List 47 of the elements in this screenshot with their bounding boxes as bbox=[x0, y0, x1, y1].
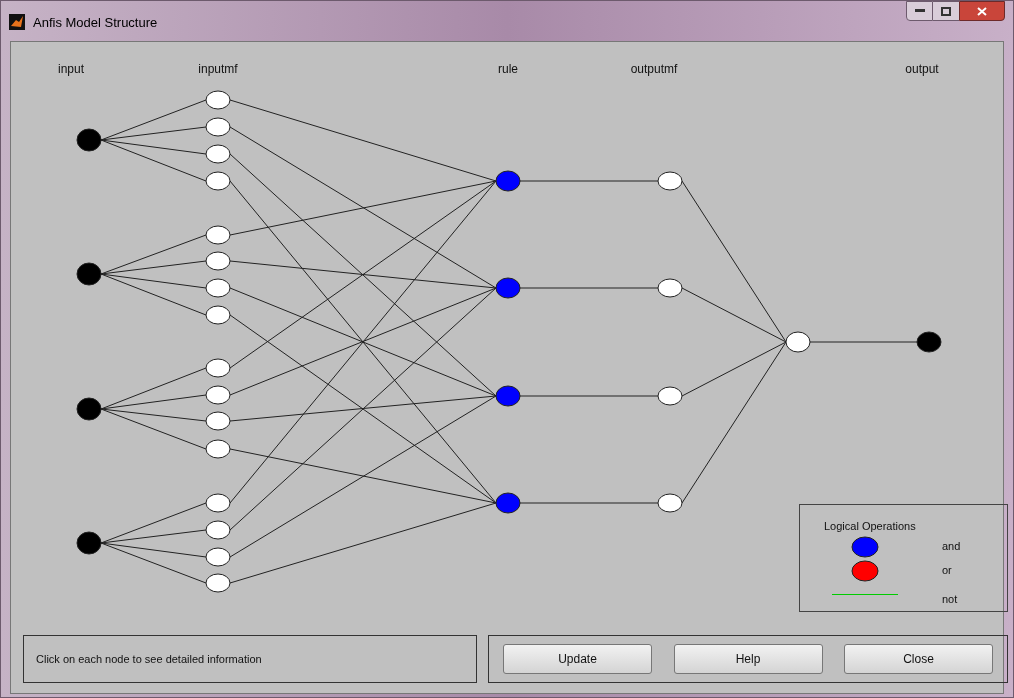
maximize-button[interactable] bbox=[933, 1, 959, 21]
window-title: Anfis Model Structure bbox=[33, 14, 158, 32]
layer-label: inputmf bbox=[198, 62, 238, 76]
membership-node[interactable] bbox=[205, 493, 231, 513]
membership-node[interactable] bbox=[205, 520, 231, 540]
legend-label: or bbox=[942, 563, 952, 579]
membership-node[interactable] bbox=[205, 278, 231, 298]
membership-node[interactable] bbox=[205, 144, 231, 164]
legend-title: Logical Operations bbox=[824, 519, 917, 534]
membership-node[interactable] bbox=[205, 358, 231, 378]
layer-label: input bbox=[58, 62, 84, 76]
membership-node[interactable] bbox=[205, 547, 231, 567]
status-text: Click on each node to see detailed information bbox=[36, 651, 262, 667]
output-mf-node[interactable] bbox=[657, 493, 683, 513]
minimize-icon bbox=[914, 9, 925, 13]
membership-node[interactable] bbox=[205, 439, 231, 459]
membership-node[interactable] bbox=[205, 90, 231, 110]
input-node[interactable] bbox=[76, 262, 102, 286]
action-button[interactable]: Help bbox=[673, 644, 823, 674]
close-icon bbox=[977, 6, 987, 16]
maximize-icon bbox=[941, 6, 951, 16]
membership-node[interactable] bbox=[205, 225, 231, 245]
close-button[interactable] bbox=[959, 1, 1005, 21]
membership-node[interactable] bbox=[205, 411, 231, 431]
input-node[interactable] bbox=[76, 397, 102, 421]
legend-label: and bbox=[942, 539, 961, 555]
action-button[interactable]: Close bbox=[844, 644, 993, 674]
output-mf-node[interactable] bbox=[657, 278, 683, 298]
minimize-button[interactable] bbox=[906, 1, 933, 21]
output-mf-node[interactable] bbox=[657, 386, 683, 406]
membership-node[interactable] bbox=[205, 573, 231, 593]
output-node[interactable] bbox=[916, 331, 942, 353]
sum-node[interactable] bbox=[785, 331, 811, 353]
input-node[interactable] bbox=[76, 531, 102, 555]
membership-node[interactable] bbox=[205, 385, 231, 405]
membership-node[interactable] bbox=[205, 117, 231, 137]
layer-label: output bbox=[905, 62, 939, 76]
legend-label: not bbox=[942, 592, 958, 608]
output-mf-node[interactable] bbox=[657, 171, 683, 191]
membership-node[interactable] bbox=[205, 251, 231, 271]
layer-label: rule bbox=[498, 62, 518, 76]
membership-node[interactable] bbox=[205, 171, 231, 191]
membership-node[interactable] bbox=[205, 305, 231, 325]
input-node[interactable] bbox=[76, 128, 102, 152]
layer-label: outputmf bbox=[630, 62, 678, 76]
action-button[interactable]: Update bbox=[503, 644, 652, 674]
app-icon bbox=[9, 14, 25, 30]
